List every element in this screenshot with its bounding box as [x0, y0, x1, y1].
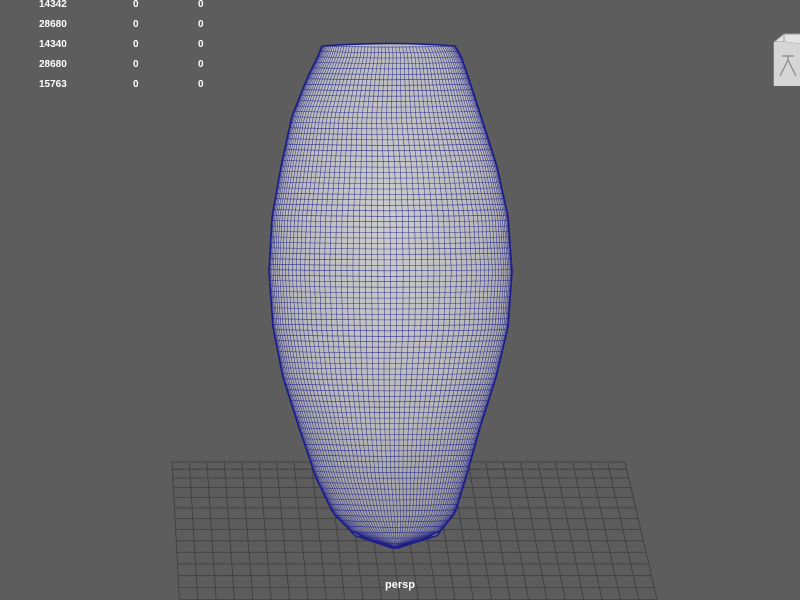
- hud-value: 28680: [39, 59, 67, 70]
- hud-value: 0: [133, 39, 139, 50]
- hud-value: 0: [133, 59, 139, 70]
- hud-value: 0: [198, 79, 204, 90]
- hud-row-verts: 14342 0 0: [0, 0, 230, 12]
- 3d-viewport[interactable]: 14342 0 0 28680 0 0 14340 0 0 28680 0 0 …: [0, 0, 800, 600]
- hud-value: 28680: [39, 19, 67, 30]
- hud-value: 0: [133, 79, 139, 90]
- camera-name-label: persp: [385, 579, 415, 591]
- hud-row-edges: 28680 0 0: [0, 18, 230, 32]
- hud-row-tris: 28680 0 0: [0, 58, 230, 72]
- hud-value: 15763: [39, 79, 67, 90]
- view-cube-icon[interactable]: [770, 32, 800, 86]
- hud-value: 0: [133, 0, 139, 10]
- hud-value: 0: [198, 39, 204, 50]
- hud-row-faces: 14340 0 0: [0, 38, 230, 52]
- hud-value: 0: [198, 0, 204, 10]
- hud-value: 0: [198, 19, 204, 30]
- hud-value: 0: [133, 19, 139, 30]
- hud-value: 14340: [39, 39, 67, 50]
- hud-value: 0: [198, 59, 204, 70]
- vase-mesh[interactable]: [268, 42, 513, 550]
- hud-value: 14342: [39, 0, 67, 10]
- hud-row-uvs: 15763 0 0: [0, 78, 230, 92]
